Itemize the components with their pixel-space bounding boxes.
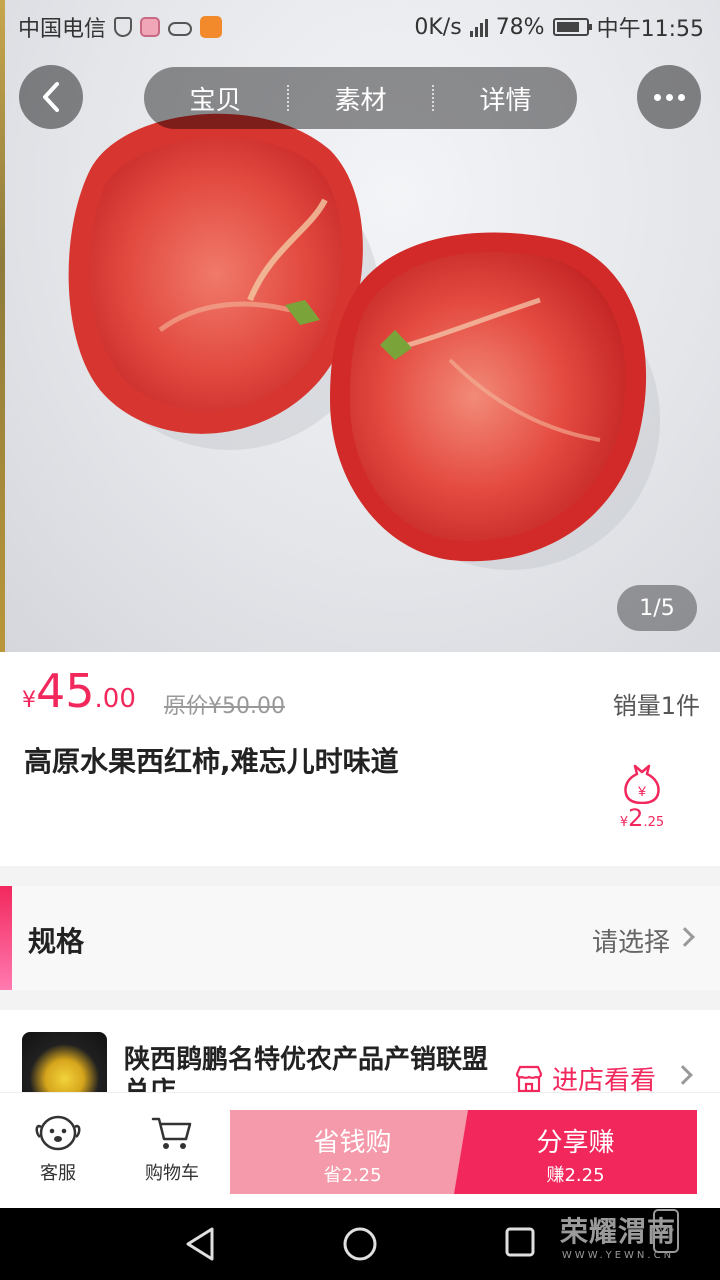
spec-accent-bar <box>0 886 12 990</box>
app-phone-icon: APP <box>653 1209 679 1253</box>
video-app-icon <box>200 16 223 38</box>
chevron-right-icon <box>675 927 695 947</box>
cart-label: 购物车 <box>145 1163 199 1184</box>
commission-decimal: .25 <box>643 815 665 830</box>
spec-label: 规格 <box>28 925 85 958</box>
currency-symbol: ¥ <box>22 688 36 713</box>
section-tabs: 宝贝 素材 详情 <box>144 67 577 129</box>
battery-percent: 78% <box>495 14 545 40</box>
sales-count: 销量1件 <box>612 692 700 720</box>
cart-button[interactable]: 购物车 <box>132 1113 212 1185</box>
battery-icon <box>552 18 592 36</box>
spec-value: 请选择 <box>591 928 670 958</box>
back-button[interactable] <box>19 65 83 129</box>
status-bar: 中国电信 0K/s 78% 中午11:55 <box>0 0 720 52</box>
more-options-button[interactable] <box>637 65 701 129</box>
save-buy-button[interactable]: 省钱购 省2.25 <box>230 1110 475 1194</box>
dot-icon <box>665 93 673 101</box>
commission-badge: ¥ ¥2.25 <box>612 762 672 832</box>
bag-currency-symbol: ¥ <box>637 783 646 799</box>
commission-integer: 2 <box>628 804 644 832</box>
cloud-icon <box>168 22 193 36</box>
tab-item[interactable]: 宝贝 <box>144 80 287 117</box>
price-decimal: .00 <box>94 684 136 714</box>
carrier-name: 中国电信 <box>18 17 107 42</box>
product-info-section: ¥ 45 .00 原价¥50.00 销量1件 高原水果西红柿,难忘儿时味道 ¥ … <box>0 652 720 866</box>
shop-icon <box>515 1065 543 1092</box>
share-earn-button[interactable]: 分享赚 赚2.25 <box>454 1110 697 1194</box>
save-buy-label: 省钱购 <box>313 1128 392 1158</box>
clock: 中午11:55 <box>596 17 704 42</box>
price-integer: 45 <box>36 664 95 718</box>
security-shield-icon <box>114 17 133 37</box>
image-counter: 1/5 <box>617 585 697 631</box>
tab-details[interactable]: 详情 <box>434 80 577 117</box>
recents-square-icon[interactable] <box>504 1226 536 1258</box>
chevron-right-icon <box>673 1065 693 1085</box>
home-circle-icon[interactable] <box>342 1226 378 1262</box>
product-detail-page: 中国电信 0K/s 78% 中午11:55 宝贝 素材 详情 1/5 ¥ 45 … <box>0 0 720 1280</box>
shopping-cart-icon <box>151 1117 192 1149</box>
original-price: 原价¥50.00 <box>164 694 285 719</box>
customer-service-label: 客服 <box>40 1163 76 1184</box>
bottom-action-bar: 客服 购物车 省钱购 省2.25 分享赚 赚2.25 <box>0 1092 720 1208</box>
back-triangle-icon[interactable] <box>184 1226 216 1262</box>
price: ¥ 45 .00 <box>22 664 136 718</box>
money-bag-icon: ¥ <box>624 764 660 804</box>
share-earn-label: 分享赚 <box>536 1128 615 1158</box>
commission-currency: ¥ <box>619 815 629 830</box>
network-speed: 0K/s <box>414 14 462 40</box>
chevron-left-icon <box>43 82 59 112</box>
product-title: 高原水果西红柿,难忘儿时味道 <box>24 745 399 778</box>
save-buy-amount: 省2.25 <box>323 1165 382 1186</box>
dot-icon <box>653 93 661 101</box>
customer-service-icon <box>35 1115 81 1151</box>
signal-strength-icon <box>469 17 488 37</box>
image-edge-strip <box>0 0 5 652</box>
tab-material[interactable]: 素材 <box>289 80 432 117</box>
spec-selector[interactable]: 规格 请选择 <box>0 886 720 990</box>
dot-icon <box>677 93 685 101</box>
customer-service-button[interactable]: 客服 <box>18 1113 98 1185</box>
notification-app-icon <box>140 17 161 37</box>
share-earn-amount: 赚2.25 <box>546 1165 605 1186</box>
app-badge-text: APP <box>658 1227 674 1236</box>
